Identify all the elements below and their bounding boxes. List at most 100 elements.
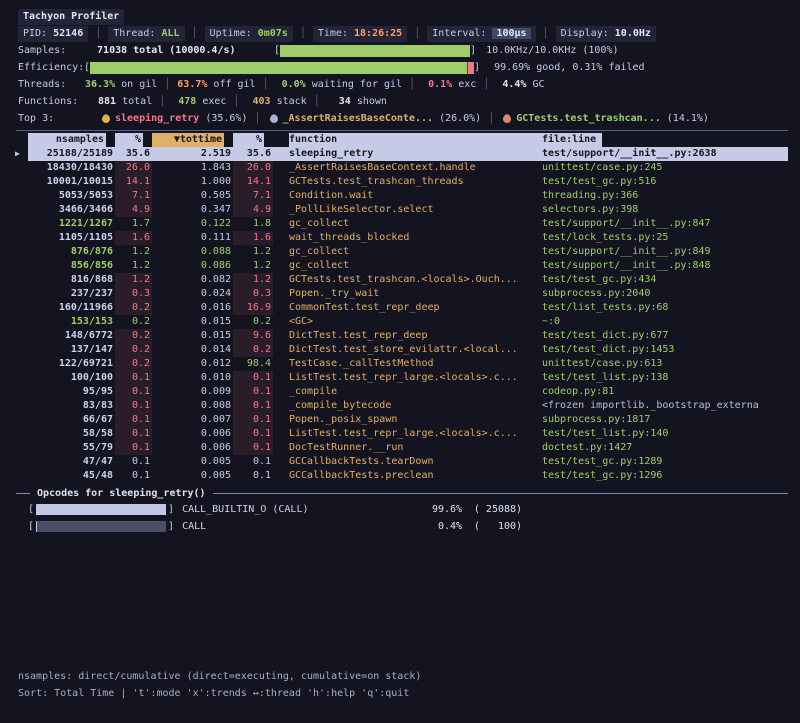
table-row[interactable]: 47/470.10.0050.1GCCallbackTests.tearDown… <box>28 455 788 469</box>
opcode-pct: 0.4% <box>417 518 462 535</box>
cell-function: gc_collect <box>289 245 542 259</box>
cell-cumulative-pct: 0.1 <box>233 469 273 483</box>
cell-nsamples: 83/83 <box>28 399 115 413</box>
pid-label: PID: <box>23 28 47 39</box>
interval-field[interactable]: Interval: 100µs <box>427 26 535 42</box>
table-row[interactable]: 45/480.10.0050.1GCCallbackTests.preclean… <box>28 469 788 483</box>
table-row[interactable]: 83/830.10.0080.1_compile_bytecode<frozen… <box>28 399 788 413</box>
display-value: 10.0Hz <box>615 28 651 39</box>
silver-medal-icon <box>270 115 278 123</box>
cell-file-line: selectors.py:398 <box>542 203 788 217</box>
divider: │ <box>536 25 556 42</box>
cell-file-line: test/test_dict.py:1453 <box>542 343 788 357</box>
profile-table: nsamples % ▼tottime % function file:line… <box>16 130 788 483</box>
header-nsamples[interactable]: nsamples <box>28 133 106 147</box>
cell-cumulative-pct: 1.2 <box>233 273 273 287</box>
top3-function: GCTests.test_trashcan... <box>516 110 661 127</box>
cell-file-line: test/test_list.py:138 <box>542 371 788 385</box>
functions-label: Functions: <box>18 93 92 110</box>
table-row[interactable]: 160/119660.20.01616.9CommonTest.test_rep… <box>28 301 788 315</box>
cell-tottime: 0.016 <box>152 301 233 315</box>
title-line: Tachyon Profiler <box>0 8 800 25</box>
thread-value: ALL <box>161 28 179 39</box>
table-row[interactable]: 95/950.10.0090.1_compilecodeop.py:81 <box>28 385 788 399</box>
cell-file-line: test/test_gc.py:1289 <box>542 455 788 469</box>
cell-tottime: 0.006 <box>152 427 233 441</box>
header-gap <box>273 133 289 147</box>
table-row[interactable]: 1105/11051.60.1111.6wait_threads_blocked… <box>28 231 788 245</box>
cell-cumulative-pct: 16.9 <box>233 301 273 315</box>
cell-gap <box>273 175 289 189</box>
table-row[interactable]: 876/8761.20.0881.2gc_collecttest/support… <box>28 245 788 259</box>
header-function[interactable]: function <box>289 133 542 147</box>
table-row[interactable]: 137/1470.20.0140.2DictTest.test_store_ev… <box>28 343 788 357</box>
cell-direct-pct: 1.2 <box>115 245 152 259</box>
cell-gap <box>273 399 289 413</box>
cell-direct-pct: 0.2 <box>115 315 152 329</box>
opcode-bar-fill <box>36 504 166 515</box>
table-row[interactable]: ▶25188/2518935.62.51935.6sleeping_retryt… <box>28 147 788 161</box>
table-row[interactable]: 122/697210.20.01298.4TestCase._callTestM… <box>28 357 788 371</box>
cell-cumulative-pct: 0.3 <box>233 287 273 301</box>
cell-cumulative-pct: 26.0 <box>233 161 273 175</box>
cell-cumulative-pct: 0.2 <box>233 315 273 329</box>
cell-gap <box>273 427 289 441</box>
cell-gap <box>273 441 289 455</box>
divider: │ <box>152 93 172 110</box>
cell-cumulative-pct: 1.8 <box>233 217 273 231</box>
functions-exec-label: exec <box>196 93 226 110</box>
table-row[interactable]: 55/790.10.0060.1DocTestRunner.__rundocte… <box>28 441 788 455</box>
cell-tottime: 0.014 <box>152 343 233 357</box>
table-row[interactable]: 1221/12671.70.1221.8gc_collecttest/suppo… <box>28 217 788 231</box>
opcodes-title: Opcodes for sleeping_retry() <box>30 488 213 499</box>
cell-gap <box>273 301 289 315</box>
table-row[interactable]: 856/8561.20.0861.2gc_collecttest/support… <box>28 259 788 273</box>
table-row[interactable]: 58/580.10.0060.1ListTest.test_repr_large… <box>28 427 788 441</box>
cell-function: GCTests.test_trashcan_threads <box>289 175 542 189</box>
gc-label: GC <box>526 76 544 93</box>
cell-cumulative-pct: 0.1 <box>233 371 273 385</box>
cell-file-line: test/test_gc.py:434 <box>542 273 788 287</box>
table-row[interactable]: 18430/1843026.01.84326.0_AssertRaisesBas… <box>28 161 788 175</box>
cell-tottime: 0.086 <box>152 259 233 273</box>
cell-direct-pct: 1.7 <box>115 217 152 231</box>
cell-function: _AssertRaisesBaseContext.handle <box>289 161 542 175</box>
table-row[interactable]: 148/67720.20.0159.6DictTest.test_repr_de… <box>28 329 788 343</box>
cell-function: GCTests.test_trashcan.<locals>.Ouch... <box>289 273 542 287</box>
header-direct-pct[interactable]: % <box>115 133 143 147</box>
time-value: 18:26:25 <box>354 28 402 39</box>
divider: │ <box>247 110 267 127</box>
thread-field[interactable]: Thread: ALL <box>108 26 184 42</box>
cell-nsamples: 10001/10015 <box>28 175 115 189</box>
efficiency-bar-good-fill <box>90 62 467 74</box>
table-row[interactable]: 816/8681.20.0821.2GCTests.test_trashcan.… <box>28 273 788 287</box>
header-file-line[interactable]: file:line <box>542 133 788 147</box>
cell-nsamples: 18430/18430 <box>28 161 115 175</box>
table-row[interactable]: 153/1530.20.0150.2<GC>~:0 <box>28 315 788 329</box>
table-row[interactable]: 3466/34664.90.3474.9_PollLikeSelector.se… <box>28 203 788 217</box>
cell-file-line: test/support/__init__.py:2638 <box>542 147 788 161</box>
cell-file-line: threading.py:366 <box>542 189 788 203</box>
functions-exec-value: 478 <box>172 93 196 110</box>
cell-direct-pct: 0.2 <box>115 301 152 315</box>
interval-value: 100µs <box>492 28 530 39</box>
table-row[interactable]: 237/2370.30.0240.3Popen._try_waitsubproc… <box>28 287 788 301</box>
cell-nsamples: 137/147 <box>28 343 115 357</box>
uptime-field: Uptime: 0m07s <box>205 26 293 42</box>
efficiency-bar <box>90 62 474 74</box>
header-cumulative-pct[interactable]: % <box>233 133 264 147</box>
cell-file-line: subprocess.py:2040 <box>542 287 788 301</box>
table-row[interactable]: 100/1000.10.0100.1ListTest.test_repr_lar… <box>28 371 788 385</box>
cell-tottime: 0.005 <box>152 469 233 483</box>
header-tottime-sorted[interactable]: ▼tottime <box>152 133 224 147</box>
table-row[interactable]: 5053/50537.10.5057.1Condition.waitthread… <box>28 189 788 203</box>
cell-gap <box>273 315 289 329</box>
cell-gap <box>273 259 289 273</box>
cell-nsamples: 1221/1267 <box>28 217 115 231</box>
table-row[interactable]: 66/670.10.0070.1Popen._posix_spawnsubpro… <box>28 413 788 427</box>
cell-file-line: test/test_dict.py:677 <box>542 329 788 343</box>
functions-shown-value: 34 <box>327 93 351 110</box>
cell-function: sleeping_retry <box>289 147 542 161</box>
cell-gap <box>273 245 289 259</box>
table-row[interactable]: 10001/1001514.11.00014.1GCTests.test_tra… <box>28 175 788 189</box>
